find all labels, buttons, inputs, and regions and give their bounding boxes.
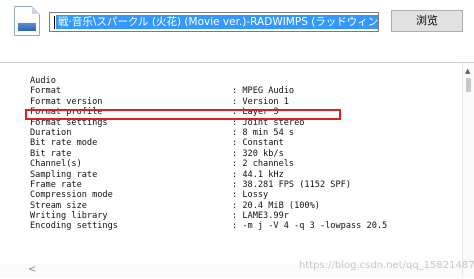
info-row: Bit rate mode : Constant bbox=[30, 138, 387, 148]
info-label: Compression mode bbox=[30, 190, 113, 201]
info-value: : LAME3.99r bbox=[232, 211, 289, 222]
sampling-rate-highlight-box bbox=[25, 109, 341, 120]
info-row: Duration : 8 min 54 s bbox=[30, 128, 387, 138]
info-value: : 20.4 MiB (100%) bbox=[232, 200, 320, 211]
info-value: : 8 min 54 s bbox=[232, 127, 295, 138]
text-caret bbox=[54, 16, 55, 29]
info-row: Compression mode : Lossy bbox=[30, 190, 387, 200]
info-row: Format : MPEG Audio bbox=[30, 86, 387, 96]
info-value: : 2 channels bbox=[232, 159, 295, 170]
info-row: Bit rate : 320 kb/s bbox=[30, 149, 387, 159]
info-value: : MPEG Audio bbox=[232, 86, 295, 97]
info-value: : Lossy bbox=[232, 190, 269, 201]
vertical-scrollbar[interactable]: ▲ bbox=[462, 63, 474, 278]
media-info-panel: Audio Format : MPEG Audio Format version : V… bbox=[0, 62, 474, 279]
info-label: Encoding settings bbox=[30, 221, 118, 232]
info-value: : Version 1 bbox=[232, 96, 289, 107]
info-row: Stream size : 20.4 MiB (100%) bbox=[30, 201, 387, 211]
info-label: Audio bbox=[30, 76, 56, 86]
info-row: Audio bbox=[30, 76, 387, 86]
toolbar: 戦·音乐\スパークル (火花) (Movie ver.)-RADWIMPS (ラ… bbox=[0, 0, 474, 44]
info-label: Channel(s) bbox=[30, 159, 82, 170]
file-path-input[interactable]: 戦·音乐\スパークル (火花) (Movie ver.)-RADWIMPS (ラ… bbox=[49, 12, 379, 32]
info-row: Channel(s) : 2 channels bbox=[30, 159, 387, 169]
scroll-left-icon[interactable]: < bbox=[28, 264, 36, 275]
info-value: : Constant bbox=[232, 138, 284, 149]
info-label: Duration bbox=[30, 127, 72, 138]
info-value: : 38.281 FPS (1152 SPF) bbox=[232, 179, 351, 190]
info-row: Encoding settings : -m j -V 4 -q 3 -lowpa… bbox=[30, 221, 387, 231]
info-row: Format version : Version 1 bbox=[30, 97, 387, 107]
info-label: Bit rate bbox=[30, 148, 72, 159]
scroll-thumb[interactable] bbox=[466, 78, 471, 92]
info-value: : 44.1 kHz bbox=[232, 169, 284, 180]
info-list: Audio Format : MPEG Audio Format version : V… bbox=[30, 76, 387, 232]
scroll-up-icon[interactable]: ▲ bbox=[465, 67, 470, 75]
file-path-text: 戦·音乐\スパークル (火花) (Movie ver.)-RADWIMPS (ラ… bbox=[56, 15, 378, 29]
info-label: Frame rate bbox=[30, 179, 82, 190]
info-value: : -m j -V 4 -q 3 -lowpass 20.5 bbox=[232, 221, 388, 232]
watermark: https://blog.csdn.net/qq_15821487 bbox=[299, 260, 474, 271]
info-row: Sampling rate : 44.1 kHz bbox=[30, 170, 387, 180]
info-label: Sampling rate bbox=[30, 169, 98, 180]
browse-button[interactable]: 浏览 bbox=[391, 10, 463, 32]
info-row: Frame rate : 38.281 FPS (1152 SPF) bbox=[30, 180, 387, 190]
info-label: Format bbox=[30, 86, 62, 97]
file-icon bbox=[14, 6, 40, 36]
info-value: : 320 kb/s bbox=[232, 148, 284, 159]
info-row: Writing library : LAME3.99r bbox=[30, 211, 387, 221]
info-label: Format version bbox=[30, 96, 103, 107]
info-label: Stream size bbox=[30, 200, 87, 211]
info-label: Bit rate mode bbox=[30, 138, 98, 149]
info-label: Writing library bbox=[30, 211, 108, 222]
